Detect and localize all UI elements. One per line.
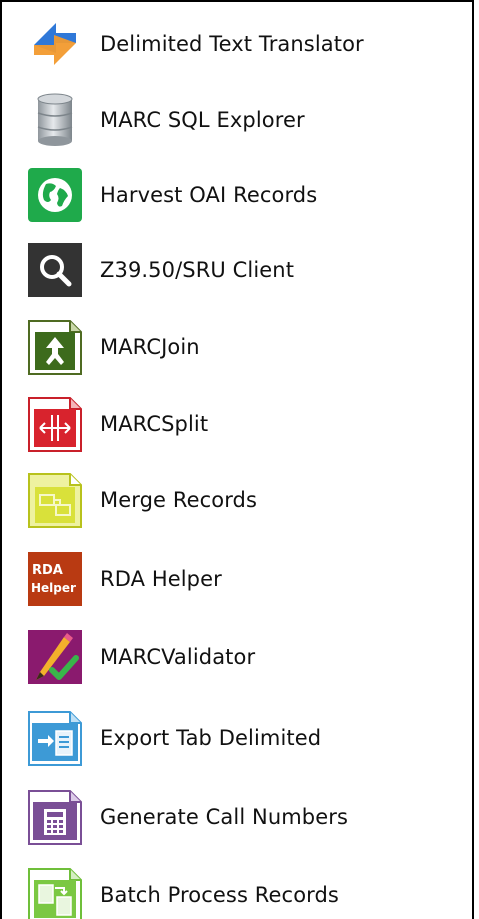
generate-call-numbers-icon — [26, 788, 84, 846]
menu-item-harvest-oai-records[interactable]: Harvest OAI Records — [26, 165, 456, 225]
menu-item-label: MARCValidator — [100, 645, 256, 669]
rda-icon-text-line1: RDA — [32, 563, 63, 578]
menu-item-label: Generate Call Numbers — [100, 805, 349, 829]
menu-item-label: Export Tab Delimited — [100, 726, 322, 750]
rda-helper-icon: RDA Helper — [26, 550, 84, 608]
menu-item-label: MARCJoin — [100, 335, 200, 359]
menu-item-label: MARC SQL Explorer — [100, 108, 305, 132]
menu-item-label: Z39.50/SRU Client — [100, 258, 295, 282]
tools-menu-panel: Delimited Text Translator MARC SQL Explo… — [0, 0, 474, 919]
menu-item-label: Merge Records — [100, 488, 258, 512]
menu-item-export-tab-delimited[interactable]: Export Tab Delimited — [26, 708, 456, 768]
menu-item-delimited-text-translator[interactable]: Delimited Text Translator — [26, 14, 456, 74]
marcvalidator-icon — [26, 628, 84, 686]
merge-records-icon — [26, 471, 84, 529]
rda-icon-text-line2: Helper — [31, 581, 76, 595]
delimited-text-translator-icon — [26, 15, 84, 73]
marcsplit-icon — [26, 395, 84, 453]
menu-item-generate-call-numbers[interactable]: Generate Call Numbers — [26, 787, 456, 847]
menu-item-z3950-sru-client[interactable]: Z39.50/SRU Client — [26, 240, 456, 300]
globe-icon — [26, 166, 84, 224]
batch-process-records-icon — [26, 866, 84, 919]
database-icon — [26, 91, 84, 149]
menu-item-marcsplit[interactable]: MARCSplit — [26, 394, 456, 454]
menu-item-label: Batch Process Records — [100, 883, 339, 907]
menu-item-label: RDA Helper — [100, 567, 222, 591]
menu-item-marcvalidator[interactable]: MARCValidator — [26, 627, 456, 687]
menu-item-marcjoin[interactable]: MARCJoin — [26, 317, 456, 377]
menu-item-merge-records[interactable]: Merge Records — [26, 470, 456, 530]
marcjoin-icon — [26, 318, 84, 376]
magnifier-icon — [26, 241, 84, 299]
export-tab-delimited-icon — [26, 709, 84, 767]
menu-item-label: MARCSplit — [100, 412, 209, 436]
menu-item-batch-process-records[interactable]: Batch Process Records — [26, 865, 456, 919]
menu-item-marc-sql-explorer[interactable]: MARC SQL Explorer — [26, 90, 456, 150]
menu-item-rda-helper[interactable]: RDA Helper RDA Helper — [26, 549, 456, 609]
menu-item-label: Harvest OAI Records — [100, 183, 318, 207]
menu-item-label: Delimited Text Translator — [100, 32, 364, 56]
